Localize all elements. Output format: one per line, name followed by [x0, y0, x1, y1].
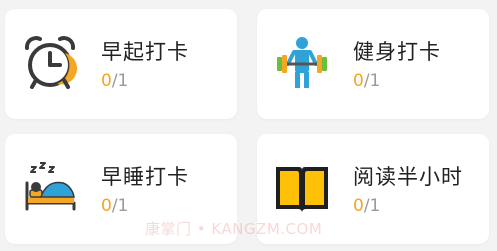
done-count: 0	[353, 71, 364, 91]
done-count: 0	[101, 196, 112, 216]
progress-count: 0/1	[101, 196, 128, 216]
checkin-card-fitness[interactable]: 健身打卡 0/1	[257, 9, 489, 119]
checkin-card-early-rise[interactable]: 早起打卡 0/1	[5, 9, 237, 119]
total-count: /1	[111, 71, 129, 91]
open-book-icon	[273, 159, 331, 217]
total-count: /1	[363, 71, 381, 91]
card-title: 早睡打卡	[101, 165, 189, 189]
progress-count: 0/1	[353, 196, 380, 216]
card-title: 健身打卡	[353, 40, 441, 64]
progress-count: 0/1	[353, 71, 380, 91]
card-title: 早起打卡	[101, 40, 189, 64]
alarm-clock-icon	[21, 34, 79, 92]
total-count: /1	[111, 196, 129, 216]
done-count: 0	[353, 196, 364, 216]
progress-count: 0/1	[101, 71, 128, 91]
sleeping-icon	[21, 159, 79, 217]
card-title: 阅读半小时	[353, 165, 463, 189]
done-count: 0	[101, 71, 112, 91]
watermark: 康掌门 • KANGZM.COM	[145, 220, 323, 238]
total-count: /1	[363, 196, 381, 216]
weightlifter-icon	[273, 34, 331, 92]
